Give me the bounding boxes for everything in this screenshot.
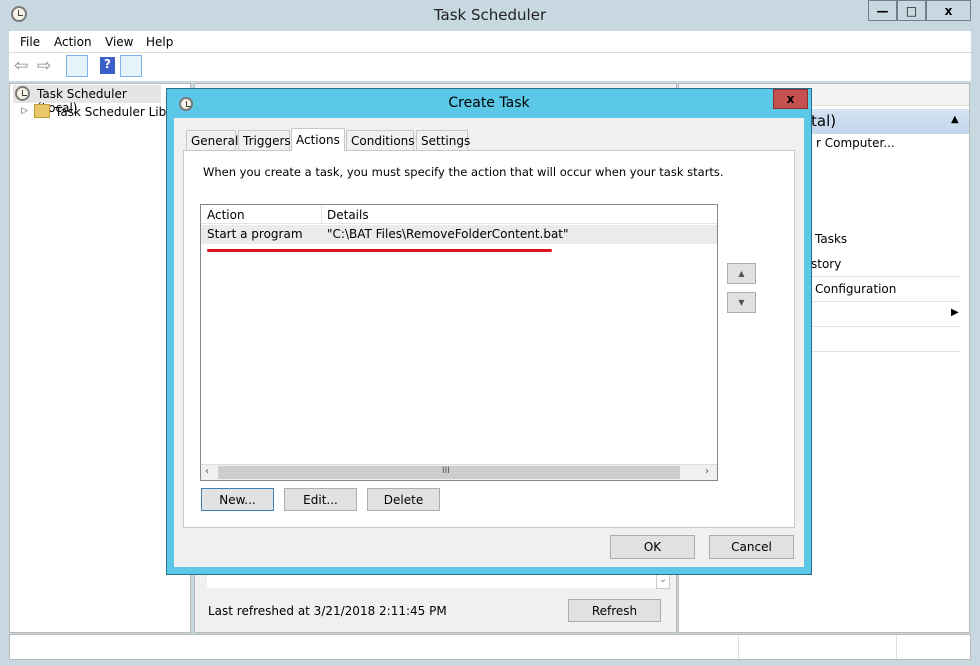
menu-view[interactable]: View [105,35,133,49]
menu-help[interactable]: Help [146,35,173,49]
tab-actions[interactable]: Actions [291,128,345,151]
back-arrow-icon[interactable]: ⇦ [14,56,28,76]
minimize-button[interactable]: — [868,0,897,21]
tree-item-task-scheduler-local[interactable]: Task Scheduler (Local) [13,85,161,115]
maximize-button[interactable]: □ [897,0,926,21]
list-header: Action Details [201,205,717,224]
tab-general[interactable]: General [186,130,238,151]
submenu-arrow-icon[interactable]: ▶ [951,307,959,318]
tab-conditions[interactable]: Conditions [346,130,415,151]
tab-settings[interactable]: Settings [416,130,470,151]
show-hide-console-tree-icon[interactable] [66,55,88,77]
menu-bar: File Action View Help [9,31,971,53]
horizontal-scrollbar[interactable]: ‹ III › [201,464,717,480]
menu-file[interactable]: File [20,35,40,49]
window-title: Task Scheduler [433,6,547,24]
move-up-button[interactable]: ▲ [727,263,756,284]
last-refreshed-text: Last refreshed at 3/21/2018 2:11:45 PM [208,604,447,618]
toolbar: ⇦ ⇨ ? [9,53,971,81]
arrow-down-icon: ▼ [738,298,745,307]
cancel-button[interactable]: Cancel [709,535,794,559]
help-icon[interactable]: ? [100,57,115,74]
ok-button[interactable]: OK [610,535,695,559]
edit-action-button[interactable]: Edit... [284,488,357,511]
action-configuration[interactable]: Configuration [815,282,896,296]
red-underline-annotation [207,249,552,252]
forward-arrow-icon[interactable]: ⇨ [37,56,51,76]
action-running-tasks[interactable]: Tasks [815,232,847,246]
folder-icon [34,104,50,118]
tree-item-library[interactable]: Task Scheduler Librar [55,105,183,119]
new-action-button[interactable]: New... [201,488,274,511]
column-header-action[interactable]: Action [207,208,245,222]
menu-action[interactable]: Action [54,35,92,49]
show-hide-action-pane-icon[interactable] [120,55,142,77]
action-history[interactable]: story [811,257,841,271]
actions-description: When you create a task, you must specify… [203,165,724,179]
dialog-close-button[interactable]: x [773,89,808,109]
actions-list: Action Details Start a program "C:\BAT F… [200,204,718,481]
column-header-details[interactable]: Details [327,208,369,222]
delete-action-button[interactable]: Delete [367,488,440,511]
dialog-title: Create Task [448,95,530,111]
close-button[interactable]: x [926,0,971,21]
console-tree: Task Scheduler (Local) ▷ Task Scheduler … [9,83,191,633]
arrow-up-icon: ▲ [738,269,745,278]
scroll-down-icon[interactable]: ⌄ [656,574,670,589]
collapse-icon[interactable]: ▲ [951,114,959,125]
action-connect-computer[interactable]: r Computer... [816,136,895,150]
scroll-right-icon[interactable]: › [705,466,709,477]
status-bar [9,634,971,660]
tab-triggers[interactable]: Triggers [238,130,291,151]
table-row[interactable]: Start a program "C:\BAT Files\RemoveFold… [201,225,717,244]
refresh-button[interactable]: Refresh [568,599,661,622]
move-down-button[interactable]: ▼ [727,292,756,313]
scroll-left-icon[interactable]: ‹ [205,466,209,477]
scroll-thumb[interactable]: III [218,466,680,479]
expand-icon[interactable]: ▷ [21,106,28,116]
